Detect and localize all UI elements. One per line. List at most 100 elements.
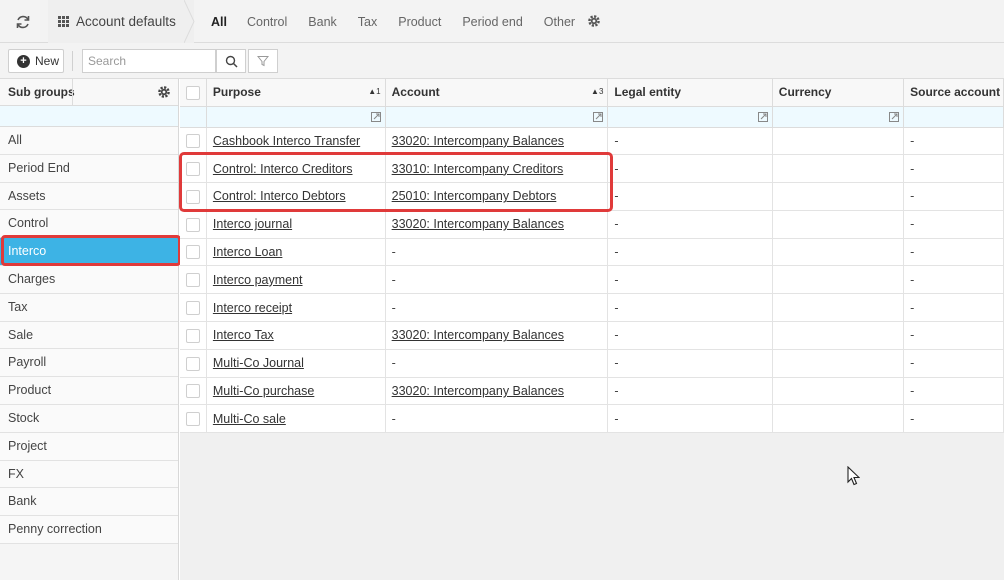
cell-account-text[interactable]: 33020: Intercompany Balances — [392, 328, 564, 342]
table-row[interactable]: Interco Tax 33020: Intercompany Balances -… — [180, 321, 1004, 350]
table-row[interactable]: Control: Interco Creditors 33010: Interco… — [180, 154, 1004, 184]
cell-account-text[interactable]: 33020: Intercompany Balances — [392, 384, 564, 398]
cell-purpose-text[interactable]: Control: Interco Creditors — [213, 162, 353, 176]
cell-account[interactable]: 25010: Intercompany Debtors — [385, 182, 609, 211]
sidebar-item-sale[interactable]: Sale — [0, 321, 178, 350]
cell-account[interactable]: 33020: Intercompany Balances — [385, 321, 609, 350]
cell-purpose[interactable]: Interco payment — [206, 265, 386, 295]
tab-all[interactable]: All — [211, 15, 227, 29]
table-row[interactable]: Interco Loan - - - — [180, 238, 1004, 267]
gear-icon[interactable] — [586, 13, 602, 29]
row-checkbox[interactable] — [185, 189, 200, 204]
row-checkbox[interactable] — [185, 245, 200, 260]
table-row[interactable]: Interco journal 33020: Intercompany Balan… — [180, 210, 1004, 239]
column-header-legal-entity[interactable]: Legal entity — [607, 79, 773, 107]
sidebar-item-tax[interactable]: Tax — [0, 293, 178, 322]
search-input[interactable] — [82, 49, 216, 73]
cell-purpose-text[interactable]: Cashbook Interco Transfer — [213, 134, 360, 148]
cell-account[interactable]: 33020: Intercompany Balances — [385, 210, 609, 239]
cell-purpose-text[interactable]: Multi-Co sale — [213, 412, 286, 426]
search-button[interactable] — [216, 49, 246, 73]
tab-period-end[interactable]: Period end — [462, 15, 522, 29]
cell-account[interactable]: 33010: Intercompany Creditors — [385, 154, 609, 184]
row-checkbox[interactable] — [185, 356, 200, 371]
row-checkbox[interactable] — [185, 162, 200, 177]
subgroups-filter-row[interactable] — [0, 106, 178, 127]
cell-purpose[interactable]: Cashbook Interco Transfer — [206, 127, 386, 156]
new-button[interactable]: + New — [8, 49, 64, 73]
cell-purpose[interactable]: Multi-Co purchase — [206, 377, 386, 406]
filter-button[interactable] — [248, 49, 278, 73]
column-header-account[interactable]: Account ▲3 — [385, 79, 609, 107]
tab-control[interactable]: Control — [247, 15, 287, 29]
filter-cell-legal-entity[interactable] — [607, 106, 773, 128]
cell-purpose-text[interactable]: Interco Loan — [213, 245, 283, 259]
cell-purpose[interactable]: Multi-Co Journal — [206, 349, 386, 378]
sidebar-item-penny-correction[interactable]: Penny correction — [0, 516, 178, 544]
cell-account-text[interactable]: 33010: Intercompany Creditors — [392, 162, 564, 176]
cell-purpose[interactable]: Multi-Co sale — [206, 404, 386, 434]
cell-purpose[interactable]: Interco receipt — [206, 293, 386, 323]
filter-cell-source-account[interactable] — [903, 106, 1004, 128]
column-header-source-account[interactable]: Source account — [903, 79, 1004, 107]
cell-purpose[interactable]: Interco Loan — [206, 238, 386, 267]
sidebar-item-control[interactable]: Control — [0, 210, 178, 239]
cell-account-text[interactable]: 33020: Intercompany Balances — [392, 217, 564, 231]
filter-cell-account[interactable] — [385, 106, 609, 128]
row-checkbox[interactable] — [185, 273, 200, 288]
row-checkbox[interactable] — [185, 301, 200, 316]
sidebar-item-stock[interactable]: Stock — [0, 404, 178, 433]
table-row[interactable]: Multi-Co Journal - - - — [180, 349, 1004, 378]
filter-cell-currency[interactable] — [772, 106, 905, 128]
column-header-currency[interactable]: Currency — [772, 79, 905, 107]
cell-account[interactable]: 33020: Intercompany Balances — [385, 127, 609, 156]
table-row[interactable]: Interco receipt - - - — [180, 293, 1004, 323]
tab-other[interactable]: Other — [544, 15, 575, 29]
table-row[interactable]: Control: Interco Debtors 25010: Intercomp… — [180, 182, 1004, 211]
sidebar-item-bank[interactable]: Bank — [0, 488, 178, 517]
refresh-icon[interactable] — [12, 11, 34, 33]
cell-account[interactable]: 33020: Intercompany Balances — [385, 377, 609, 406]
sidebar-item-period-end[interactable]: Period End — [0, 154, 178, 183]
cell-purpose-text[interactable]: Control: Interco Debtors — [213, 189, 346, 203]
sidebar-item-project[interactable]: Project — [0, 432, 178, 461]
cell-purpose-text[interactable]: Interco Tax — [213, 328, 274, 342]
cell-purpose-text[interactable]: Multi-Co purchase — [213, 384, 314, 398]
external-link-icon[interactable] — [757, 111, 768, 122]
table-row[interactable]: Multi-Co purchase 33020: Intercompany Bal… — [180, 377, 1004, 406]
breadcrumb[interactable]: Account defaults — [48, 0, 194, 43]
sidebar-item-charges[interactable]: Charges — [0, 265, 178, 294]
cell-account-text[interactable]: 33020: Intercompany Balances — [392, 134, 564, 148]
cell-purpose-text[interactable]: Multi-Co Journal — [213, 356, 304, 370]
cell-purpose[interactable]: Control: Interco Debtors — [206, 182, 386, 211]
sidebar-item-interco[interactable]: Interco — [0, 238, 178, 266]
tab-tax[interactable]: Tax — [358, 15, 377, 29]
external-link-icon[interactable] — [593, 111, 604, 122]
external-link-icon[interactable] — [370, 111, 381, 122]
cell-purpose-text[interactable]: Interco receipt — [213, 301, 292, 315]
sidebar-item-all[interactable]: All — [0, 127, 178, 155]
gear-icon[interactable] — [156, 84, 172, 100]
row-checkbox[interactable] — [185, 134, 200, 149]
sidebar-item-payroll[interactable]: Payroll — [0, 349, 178, 378]
sidebar-item-fx[interactable]: FX — [0, 460, 178, 489]
row-checkbox[interactable] — [185, 217, 200, 232]
column-header-purpose[interactable]: Purpose ▲1 — [206, 79, 386, 107]
row-checkbox[interactable] — [185, 328, 200, 343]
table-row[interactable]: Multi-Co sale - - - — [180, 404, 1004, 434]
filter-cell-purpose[interactable] — [206, 106, 386, 128]
cell-purpose-text[interactable]: Interco journal — [213, 217, 292, 231]
table-row[interactable]: Cashbook Interco Transfer 33020: Intercom… — [180, 127, 1004, 156]
tab-product[interactable]: Product — [398, 15, 441, 29]
cell-purpose[interactable]: Interco journal — [206, 210, 386, 239]
table-row[interactable]: Interco payment - - - — [180, 265, 1004, 295]
row-checkbox[interactable] — [185, 384, 200, 399]
tab-bank[interactable]: Bank — [308, 15, 337, 29]
cell-account-text[interactable]: 25010: Intercompany Debtors — [392, 189, 557, 203]
cell-purpose-text[interactable]: Interco payment — [213, 273, 303, 287]
cell-purpose[interactable]: Control: Interco Creditors — [206, 154, 386, 184]
row-checkbox[interactable] — [185, 412, 200, 427]
sidebar-item-product[interactable]: Product — [0, 377, 178, 405]
cell-purpose[interactable]: Interco Tax — [206, 321, 386, 350]
sidebar-item-assets[interactable]: Assets — [0, 182, 178, 211]
